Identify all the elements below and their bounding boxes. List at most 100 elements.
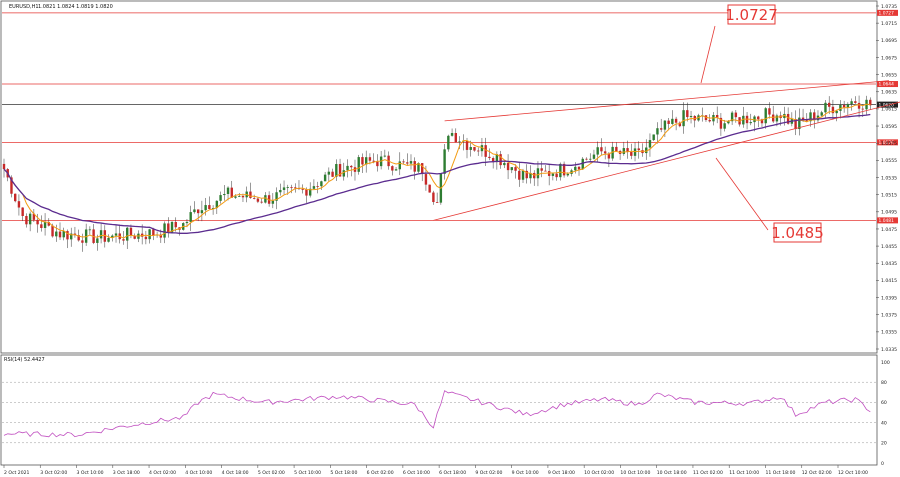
candle-body xyxy=(723,123,726,129)
candle-body xyxy=(28,213,32,225)
candle-body xyxy=(521,170,525,180)
candle-body xyxy=(566,173,570,176)
candle-body xyxy=(286,187,289,189)
candle[interactable] xyxy=(14,193,17,203)
y-tick-label: 1.0655 xyxy=(881,72,897,78)
candle-body xyxy=(208,205,211,210)
candle-body xyxy=(771,114,775,122)
y-tick-label: 1.0595 xyxy=(881,124,897,130)
rsi-tick-label: 20 xyxy=(881,441,887,447)
candle-body xyxy=(656,128,659,135)
candle-body xyxy=(241,196,245,198)
candle-body xyxy=(81,240,84,243)
candle-body xyxy=(342,170,345,177)
x-tick-label: 9 Oct 18:00 xyxy=(548,470,575,476)
candle-body xyxy=(633,148,637,156)
candle-body xyxy=(282,187,286,190)
candle[interactable] xyxy=(562,161,566,178)
candle-body xyxy=(574,166,577,171)
candle-body xyxy=(238,196,241,197)
x-tick-label: 11 Oct 18:00 xyxy=(765,470,795,476)
candle[interactable] xyxy=(652,134,655,141)
rsi-panel[interactable] xyxy=(0,354,878,466)
candle-body xyxy=(406,162,409,164)
candle-body xyxy=(424,174,428,185)
x-tick-label: 9 Oct 02:00 xyxy=(475,470,502,476)
candle-body xyxy=(219,195,222,201)
candle-body xyxy=(432,192,435,203)
candle-body xyxy=(260,201,263,203)
trading-chart[interactable]: EURUSD,H1 1.0821 1.0824 1.0819 1.0820 RS… xyxy=(0,0,900,477)
ohlc-readout: 1.0821 1.0824 1.0819 1.0820 xyxy=(38,4,113,10)
y-tick-label: 1.0715 xyxy=(881,21,897,27)
symbol-label: EURUSD,H1 xyxy=(9,4,39,10)
candle-body xyxy=(547,171,551,176)
candle-body xyxy=(827,102,831,107)
candle-body xyxy=(420,163,424,175)
main-panel[interactable] xyxy=(0,0,878,354)
candle-body xyxy=(637,148,640,151)
candle[interactable] xyxy=(439,173,443,205)
candle-body xyxy=(630,152,633,156)
candle[interactable] xyxy=(428,184,431,193)
candle-body xyxy=(510,167,514,171)
candle-body xyxy=(21,207,24,216)
candle-body xyxy=(126,227,129,241)
candle-body xyxy=(450,133,454,136)
x-tick-label: 5 Oct 18:00 xyxy=(330,470,357,476)
rsi-tick-label: 100 xyxy=(881,360,890,366)
candle-body xyxy=(514,167,517,171)
candle-body xyxy=(533,172,536,179)
x-tick-label: 3 Oct 18:00 xyxy=(113,470,140,476)
candle-body xyxy=(667,120,670,124)
candle-body xyxy=(708,120,711,122)
x-tick-label: 5 Oct 10:00 xyxy=(294,470,321,476)
y-tick-label: 1.0695 xyxy=(881,38,897,44)
candle[interactable] xyxy=(357,154,360,175)
candle-body xyxy=(674,118,678,123)
candle-body xyxy=(671,118,674,124)
candle-body xyxy=(824,102,827,113)
candle-body xyxy=(249,191,252,198)
y-tick-label: 1.0335 xyxy=(881,347,897,353)
candle-body xyxy=(682,110,685,127)
rsi-label: RSI(14) 52.4427 xyxy=(4,357,45,363)
candle-body xyxy=(477,150,480,152)
candle-body xyxy=(443,149,446,174)
rsi-tick-label: 80 xyxy=(881,380,887,386)
candle-body xyxy=(589,158,592,160)
x-tick-label: 4 Oct 10:00 xyxy=(185,470,212,476)
candle-body xyxy=(447,135,450,150)
candle-body xyxy=(577,166,581,170)
candle-body xyxy=(409,161,413,164)
candle-body xyxy=(58,231,62,238)
y-tick-label: 1.0435 xyxy=(881,261,897,267)
candle-body xyxy=(540,168,543,171)
candle-body xyxy=(204,205,207,211)
upper-target-annotation[interactable]: 1.0727 xyxy=(725,4,778,25)
candle-body xyxy=(163,223,166,238)
candle-body xyxy=(835,110,838,114)
candle-body xyxy=(129,227,133,236)
candle-body xyxy=(17,201,21,208)
candle-body xyxy=(305,189,308,196)
candle-body xyxy=(234,196,237,198)
x-tick-label: 2 Oct 2021 xyxy=(4,470,30,476)
candle-body xyxy=(659,128,663,130)
candle-body xyxy=(107,237,110,242)
candle[interactable] xyxy=(447,134,450,152)
x-tick-label: 10 Oct 18:00 xyxy=(657,470,687,476)
candle-body xyxy=(663,120,667,130)
candle-body xyxy=(350,165,353,168)
lower-target-annotation[interactable]: 1.0485 xyxy=(771,222,824,243)
candle-body xyxy=(600,147,603,152)
y-tick-label: 1.0395 xyxy=(881,295,897,301)
x-tick-label: 5 Oct 02:00 xyxy=(258,470,285,476)
candle-body xyxy=(503,162,506,166)
y-tick-label: 1.0415 xyxy=(881,278,897,284)
candle-body xyxy=(320,181,323,187)
x-tick-label: 10 Oct 10:00 xyxy=(620,470,650,476)
upper-target-line-tag-text: 1.0727 xyxy=(879,11,895,17)
x-tick-label: 9 Oct 10:00 xyxy=(512,470,539,476)
candle-body xyxy=(764,108,767,124)
